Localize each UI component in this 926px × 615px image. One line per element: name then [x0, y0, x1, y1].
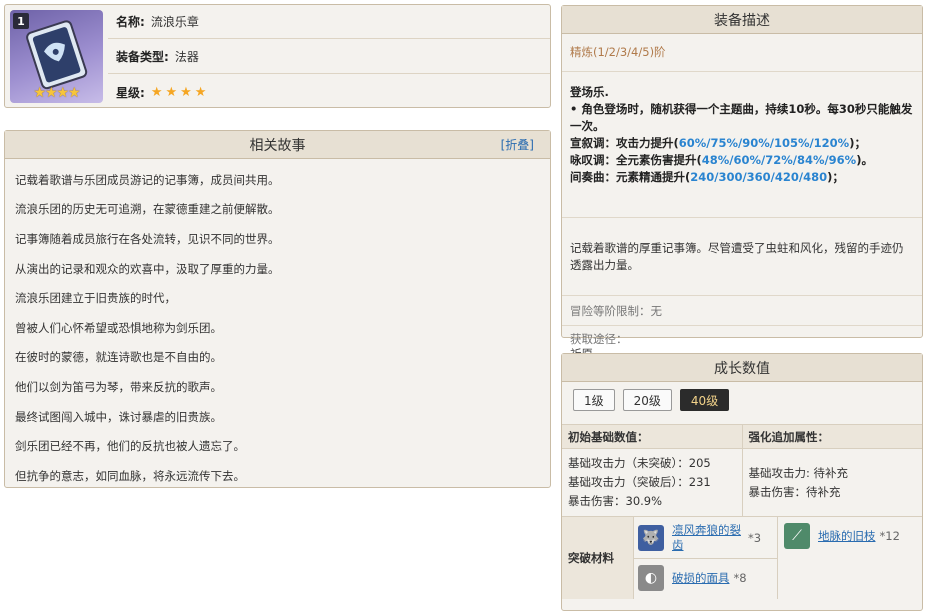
- level-limit: 冒险等阶限制：无: [562, 295, 922, 325]
- material-item: ◐ 破损的面具 *8: [638, 565, 747, 591]
- materials-list: 🐺 凛风奔狼的裂齿 *3 ◐ 破损的面具 *8 ⟋ 地脉的旧枝 *12: [634, 517, 922, 599]
- flavor-text: 记载着歌谱的厚重记事簿。尽管遭受了虫蛀和风化，残留的手迹仍透露出力量。: [562, 217, 922, 295]
- stats-header: 初始基础数值： 强化追加属性：: [562, 424, 922, 449]
- obtain-label: 获取途径：: [570, 332, 628, 346]
- material-count: *3: [748, 531, 762, 545]
- base-stat-line: 暴击伤害：30.9%: [568, 494, 663, 508]
- bonus-stat-line: 基础攻击力: 待补充: [748, 465, 849, 480]
- growth-title: 成长数值: [714, 360, 770, 377]
- materials-label: 突破材料: [562, 517, 634, 599]
- effect-2-end: )。: [856, 153, 873, 167]
- wolf-tooth-icon: 🐺: [638, 525, 664, 551]
- rarity-label: 星级:: [116, 85, 145, 100]
- effect-2-label: 咏叹调：全元素伤害提升(: [570, 153, 702, 167]
- growth-header: 成长数值: [562, 354, 922, 382]
- material-count: *8: [733, 571, 747, 585]
- effect-1-values: 60%/75%/90%/105%/120%: [678, 136, 850, 150]
- bonus-stats: 基础攻击力: 待补充 暴击伤害：待补充: [743, 449, 923, 516]
- story-header: 相关故事 [折叠]: [5, 131, 550, 159]
- material-item: 🐺 凛风奔狼的裂齿 *3: [638, 523, 774, 553]
- desc-header: 装备描述: [562, 6, 922, 34]
- story-lines: 记载着歌谱与乐团成员游记的记事簿，成员间共用。 流浪乐团的历史无可追溯，在蒙德重…: [5, 159, 550, 497]
- effect-2-values: 48%/60%/72%/84%/96%: [701, 153, 857, 167]
- story-line: 但抗争的意志，如同血脉，将永远流传下去。: [15, 468, 245, 483]
- skill-intro: • 角色登场时，随机获得一个主题曲，持续10秒。每30秒只能触发一次。: [570, 102, 913, 133]
- rarity-row: 星级: ★★★★: [108, 75, 550, 109]
- story-line: 他们以剑为笛弓为琴，带来反抗的歌声。: [15, 379, 222, 394]
- story-line: 在彼时的蒙德，就连诗歌也是不自由的。: [15, 350, 222, 365]
- material-link[interactable]: 破损的面具: [672, 570, 730, 586]
- base-stat-line: 基础攻击力（突破后）：231: [568, 475, 711, 489]
- story-line: 剑乐团已经不再，他们的反抗也被人遗忘了。: [15, 439, 245, 454]
- fold-toggle[interactable]: [折叠]: [501, 136, 534, 153]
- stats-grid: 初始基础数值： 强化追加属性： 基础攻击力（未突破）：205 基础攻击力（突破后…: [562, 424, 922, 599]
- stats-body: 基础攻击力（未突破）：205 基础攻击力（突破后）：231 暴击伤害：30.9%…: [562, 449, 922, 517]
- thumb-stars: ★★★★: [33, 85, 80, 101]
- material-count: *12: [879, 529, 900, 543]
- story-line: 流浪乐团的历史无可追溯，在蒙德重建之前便解散。: [15, 202, 280, 217]
- refine-levels: 精炼(1/2/3/4/5)阶: [562, 34, 922, 72]
- level-tab-1[interactable]: 1级: [573, 389, 615, 411]
- story-line: 最终试图闯入城中，诛讨暴虐的旧贵族。: [15, 409, 222, 424]
- item-name: 流浪乐章: [150, 15, 199, 29]
- story-line: 从演出的记录和观众的欢喜中，汲取了厚重的力量。: [15, 261, 280, 276]
- material-link[interactable]: 凛风奔狼的裂齿: [672, 523, 744, 553]
- story-title: 相关故事: [249, 137, 306, 154]
- material-link[interactable]: 地脉的旧枝: [818, 528, 876, 544]
- effect-3-label: 间奏曲：元素精通提升(: [570, 170, 691, 184]
- name-label: 名称:: [116, 15, 145, 29]
- item-thumbnail: 1 ★★★★: [10, 10, 103, 103]
- base-stat-line: 基础攻击力（未突破）：205: [568, 456, 711, 470]
- story-line: 记事簿随着成员旅行在各处流转，见识不同的世界。: [15, 231, 280, 246]
- ley-branch-icon: ⟋: [784, 523, 810, 549]
- story-panel: 相关故事 [折叠] 记载着歌谱与乐团成员游记的记事簿，成员间共用。 流浪乐团的历…: [4, 130, 551, 488]
- story-line: 曾被人们心怀希望或恐惧地称为剑乐团。: [15, 320, 222, 335]
- level-tab-20[interactable]: 20级: [622, 389, 672, 411]
- rank-badge: 1: [13, 13, 29, 29]
- broken-mask-icon: ◐: [638, 565, 664, 591]
- growth-panel: 成长数值 1级 20级 40级 初始基础数值： 强化追加属性： 基础攻击力（未突…: [561, 353, 923, 611]
- skill-name: 登场乐.: [570, 85, 609, 99]
- item-info-panel: 1 ★★★★ 名称: 流浪乐章 装备类型: 法器 星级: ★★★★: [4, 4, 551, 108]
- base-stats-heading: 初始基础数值：: [562, 425, 743, 448]
- item-type: 法器: [174, 50, 199, 64]
- effect-1-label: 宣叙调：攻击力提升(: [570, 136, 679, 150]
- skill-description: 登场乐. • 角色登场时，随机获得一个主题曲，持续10秒。每30秒只能触发一次。…: [562, 72, 922, 217]
- ascension-materials: 突破材料 🐺 凛风奔狼的裂齿 *3 ◐ 破损的面具 *8 ⟋ 地脉的旧枝 *12: [562, 517, 922, 599]
- base-stats: 基础攻击力（未突破）：205 基础攻击力（突破后）：231 暴击伤害：30.9%: [562, 449, 743, 516]
- type-row: 装备类型: 法器: [108, 40, 550, 74]
- story-line: 记载着歌谱与乐团成员游记的记事簿，成员间共用。: [15, 172, 280, 187]
- bonus-stat-line: 暴击伤害：待补充: [748, 484, 841, 499]
- story-line: 流浪乐团建立于旧贵族的时代，: [15, 291, 176, 306]
- bonus-stats-heading: 强化追加属性：: [748, 429, 830, 444]
- type-label: 装备类型:: [116, 50, 169, 64]
- rarity-stars: ★★★★: [150, 84, 210, 100]
- name-row: 名称: 流浪乐章: [108, 5, 550, 39]
- level-tabs: 1级 20级 40级: [562, 382, 922, 418]
- desc-title: 装备描述: [714, 12, 770, 29]
- material-item: ⟋ 地脉的旧枝 *12: [784, 523, 900, 549]
- level-tab-40[interactable]: 40级: [679, 389, 730, 411]
- effect-1-end: )；: [849, 136, 866, 150]
- description-panel: 装备描述 精炼(1/2/3/4/5)阶 登场乐. • 角色登场时，随机获得一个主…: [561, 5, 923, 361]
- effect-3-values: 240/300/360/420/480: [690, 170, 828, 184]
- effect-3-end: )；: [827, 170, 844, 184]
